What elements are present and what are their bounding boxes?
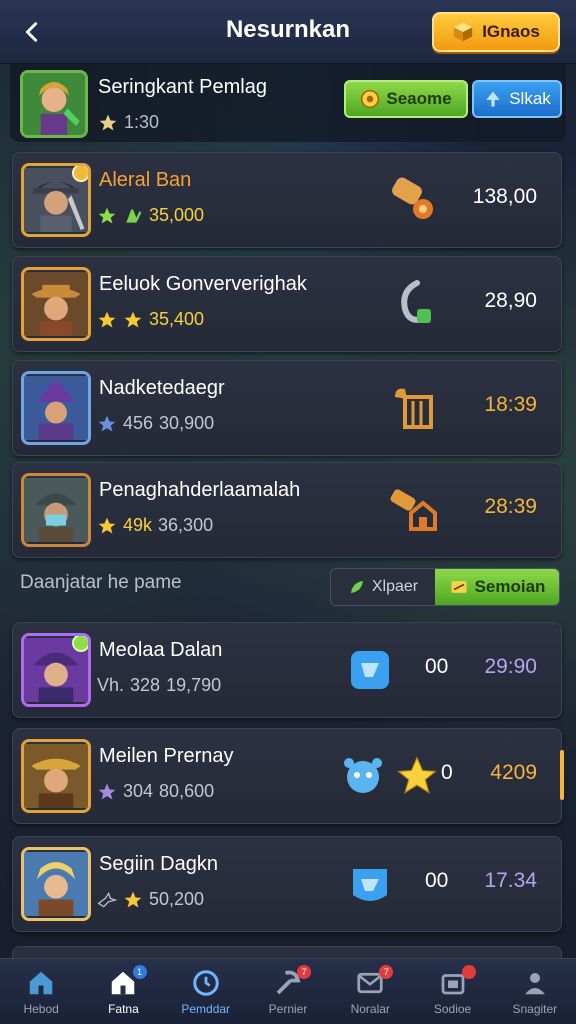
segment-left-tab[interactable]: Xlpaer: [331, 569, 435, 605]
top-bar: Nesurnkan IGnaos: [0, 0, 576, 64]
star-icon: [124, 891, 142, 907]
list-item[interactable]: Segiin Dagkn 50,200 00 17.34: [12, 836, 562, 932]
hero-portrait-icon: [23, 73, 85, 135]
section-title: Daanjatar he pame: [20, 572, 182, 593]
gold-star-icon: [395, 751, 439, 801]
star-icon: [124, 311, 142, 327]
home-icon: [29, 971, 53, 994]
nav-item-tools[interactable]: 7 Pernier: [247, 959, 329, 1024]
item-rating: 49k 36,300: [97, 515, 213, 536]
bottom-navigation: Hebod 1 Fatna Pemddar 7 Pernier 7 Norala…: [0, 958, 576, 1024]
scroll-icon: [451, 581, 467, 593]
item-name: Segiin Dagkn: [99, 853, 218, 875]
blonde-hero-portrait-icon: [24, 852, 88, 916]
shield-box-icon: [343, 645, 397, 695]
list-item[interactable]: Meilen Prernay 304 80,600 0 4209: [12, 728, 562, 824]
star-icon: [98, 207, 116, 223]
badge-icon: [72, 636, 88, 652]
gold-cube-icon: [454, 22, 473, 42]
avatar: [21, 163, 91, 237]
list-item[interactable]: Aleral Ban 35,000 138,00: [12, 152, 562, 248]
notification-badge: 7: [379, 965, 394, 979]
blue-creature-icon: [339, 751, 393, 801]
avatar: [20, 70, 88, 138]
nav-item-mail[interactable]: 7 Noralar: [329, 959, 411, 1024]
notification-badge: 7: [297, 965, 312, 979]
item-name: Penaghahderlaamalah: [99, 479, 301, 501]
item-rating: 35,400: [97, 309, 204, 330]
segment-right-tab[interactable]: Semoian: [435, 569, 559, 605]
currency-button-label: IGnaos: [482, 22, 540, 41]
item-rating: 456 30,900: [97, 413, 214, 434]
featured-name: Seringkant Pemlag: [98, 76, 267, 98]
item-rating: Vh. 328 19,790: [97, 675, 222, 695]
cowboy-portrait-icon: [24, 272, 88, 336]
list-item[interactable]: Meolaa Dalan Vh. 328 19,790 00 29:90: [12, 622, 562, 718]
bird-icon: [97, 891, 117, 908]
masked-warrior-portrait-icon: [24, 478, 88, 542]
currency-button[interactable]: IGnaos: [432, 12, 560, 52]
nav-item-house[interactable]: 1 Fatna: [82, 959, 164, 1024]
segment-control: Xlpaer Semoian: [330, 568, 560, 606]
hammer-house-icon: [387, 485, 441, 535]
ranger-portrait-icon: [24, 744, 88, 808]
item-value: 17.34: [484, 869, 537, 892]
item-name: Meolaa Dalan: [99, 639, 223, 661]
item-name: Meilen Prernay: [99, 745, 234, 767]
avatar: [21, 473, 91, 547]
avatar: [21, 739, 91, 813]
star-icon: [98, 415, 116, 431]
item-value: 28:39: [484, 495, 537, 518]
item-value: 28,90: [484, 289, 537, 312]
coin-icon: [361, 89, 380, 109]
item-rating: 50,200: [97, 889, 204, 910]
arm-gauntlet-icon: [387, 175, 441, 225]
scrollbar[interactable]: [560, 750, 564, 800]
star-icon: [98, 311, 116, 327]
share-button[interactable]: Slkak: [472, 80, 562, 118]
item-rating: 304 80,600: [97, 781, 214, 802]
featured-rating: 1:30: [98, 112, 159, 133]
view-button[interactable]: Seaome: [344, 80, 468, 118]
hook-icon: [387, 279, 441, 329]
profile-icon: [524, 972, 545, 994]
nav-item-home[interactable]: Hebod: [0, 959, 82, 1024]
star-icon: [99, 114, 117, 130]
nav-item-store[interactable]: Sodioe: [411, 959, 493, 1024]
item-rating: 35,000: [97, 205, 204, 226]
leaf-icon: [350, 581, 363, 593]
list-item[interactable]: Penaghahderlaamalah 49k 36,300 28:39: [12, 462, 562, 558]
clock-icon: [192, 969, 219, 996]
star-icon: [98, 783, 116, 799]
item-name: Eeluok Gonververighak: [99, 273, 307, 295]
list-item[interactable]: Nadketedaegr 456 30,900 18:39: [12, 360, 562, 456]
notification-badge: 1: [132, 965, 147, 979]
arrow-down-icon: [486, 91, 500, 107]
avatar: [21, 371, 91, 445]
avatar: [21, 847, 91, 921]
item-quantity: 00: [425, 869, 449, 892]
list-item[interactable]: Eeluok Gonververighak 35,400 28,90: [12, 256, 562, 352]
wizard-portrait-icon: [24, 376, 88, 440]
item-value: 29:90: [484, 655, 537, 678]
nav-item-profile[interactable]: Snagiter: [494, 959, 576, 1024]
notification-badge: [461, 965, 476, 979]
sparkle-icon: [126, 208, 142, 223]
tower-icon: [387, 383, 441, 433]
avatar: [21, 267, 91, 341]
item-name: Nadketedaegr: [99, 377, 225, 399]
item-quantity: 0: [441, 761, 453, 784]
star-icon: [98, 517, 116, 533]
shield-box-icon: [343, 859, 397, 909]
featured-row[interactable]: Seringkant Pemlag 1:30 Seaome Slkak: [10, 64, 566, 142]
item-quantity: 00: [425, 655, 449, 678]
item-value: 18:39: [484, 393, 537, 416]
item-name: Aleral Ban: [99, 169, 192, 191]
nav-item-clock[interactable]: Pemddar: [165, 959, 247, 1024]
item-value: 138,00: [472, 185, 537, 208]
avatar: [21, 633, 91, 707]
item-value: 4209: [490, 761, 537, 784]
badge-icon: [72, 166, 88, 182]
